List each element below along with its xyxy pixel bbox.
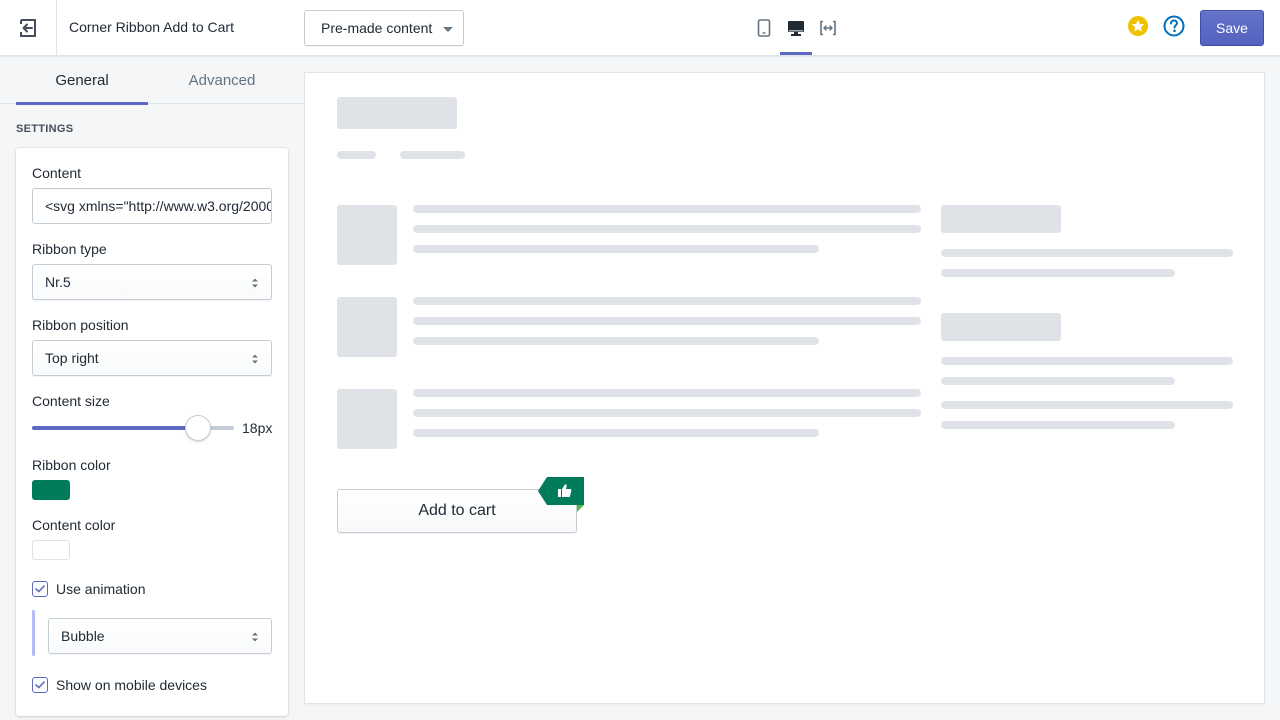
back-button[interactable]	[0, 0, 57, 55]
skeleton-line	[941, 401, 1233, 409]
content-color-swatch[interactable]	[32, 540, 70, 560]
select-arrows-icon	[252, 354, 258, 364]
settings-sidebar: General Advanced SETTINGS Content <svg x…	[0, 56, 304, 720]
show-mobile-checkbox[interactable]: Show on mobile devices	[32, 677, 207, 693]
premade-content-label: Pre-made content	[321, 20, 433, 36]
tab-general[interactable]: General	[16, 56, 148, 105]
review-button[interactable]	[1127, 15, 1149, 37]
checkbox-box[interactable]	[32, 677, 48, 693]
slider-fill	[32, 426, 198, 430]
skeleton-thumbnail	[337, 205, 397, 265]
skeleton-line	[941, 357, 1233, 365]
corner-ribbon[interactable]	[538, 477, 584, 513]
fullwidth-icon	[820, 20, 836, 36]
use-animation-checkbox[interactable]: Use animation	[32, 581, 146, 597]
app-title: Corner Ribbon Add to Cart	[69, 19, 234, 35]
content-label: Content	[32, 165, 82, 181]
skeleton-title	[337, 97, 457, 129]
skeleton-breadcrumb	[337, 151, 376, 159]
content-color-label: Content color	[32, 517, 116, 533]
ribbon-position-label: Ribbon position	[32, 317, 129, 333]
select-arrows-icon	[252, 632, 258, 642]
desktop-icon	[788, 21, 804, 36]
checkmark-icon	[35, 585, 45, 593]
skeleton-breadcrumb	[400, 151, 465, 159]
skeleton-heading	[941, 205, 1061, 233]
skeleton-line	[413, 389, 921, 397]
premade-content-dropdown[interactable]: Pre-made content	[304, 10, 464, 46]
use-animation-label: Use animation	[56, 581, 146, 597]
ribbon-type-value: Nr.5	[45, 274, 71, 290]
ribbon-position-select[interactable]: Top right	[32, 340, 272, 376]
skeleton-line	[413, 225, 921, 233]
skeleton-line	[413, 317, 921, 325]
help-icon	[1163, 15, 1185, 37]
ribbon-fold	[577, 505, 584, 512]
mobile-icon	[757, 19, 771, 37]
top-bar: Corner Ribbon Add to Cart Pre-made conte…	[0, 0, 1280, 56]
skeleton-line	[413, 205, 921, 213]
nested-option-indicator	[32, 610, 35, 656]
ribbon-color-label: Ribbon color	[32, 457, 111, 473]
skeleton-line	[941, 377, 1175, 385]
skeleton-line	[413, 409, 921, 417]
content-size-slider[interactable]	[32, 414, 236, 442]
slider-thumb[interactable]	[184, 415, 211, 441]
settings-card: Content <svg xmlns="http://www.w3.org/20…	[16, 148, 288, 716]
checkmark-icon	[35, 681, 45, 689]
animation-type-value: Bubble	[61, 628, 105, 644]
sidebar-tabs: General Advanced	[0, 56, 304, 105]
skeleton-line	[941, 421, 1175, 429]
exit-arrow-icon	[20, 18, 36, 37]
skeleton-line	[413, 245, 819, 253]
device-fullwidth-button[interactable]	[812, 14, 844, 42]
save-button[interactable]: Save	[1200, 10, 1264, 46]
active-device-indicator	[780, 52, 812, 55]
help-button[interactable]	[1163, 15, 1185, 37]
content-size-label: Content size	[32, 393, 110, 409]
skeleton-line	[413, 429, 819, 437]
ribbon-color-swatch[interactable]	[32, 480, 70, 500]
skeleton-line	[941, 269, 1175, 277]
show-mobile-label: Show on mobile devices	[56, 677, 207, 693]
animation-type-select[interactable]: Bubble	[48, 618, 272, 654]
skeleton-thumbnail	[337, 297, 397, 357]
tab-advanced[interactable]: Advanced	[148, 56, 296, 104]
content-size-value: 18px	[242, 420, 273, 436]
skeleton-line	[413, 337, 819, 345]
content-input[interactable]: <svg xmlns="http://www.w3.org/2000/svg"	[32, 188, 272, 224]
section-label: SETTINGS	[16, 123, 74, 135]
select-arrows-icon	[252, 278, 258, 288]
ribbon-position-value: Top right	[45, 350, 99, 366]
checkbox-box[interactable]	[32, 581, 48, 597]
ribbon-type-select[interactable]: Nr.5	[32, 264, 272, 300]
skeleton-thumbnail	[337, 389, 397, 449]
device-desktop-button[interactable]	[780, 14, 812, 42]
skeleton-heading	[941, 313, 1061, 341]
skeleton-line	[413, 297, 921, 305]
preview-canvas: Add to cart	[304, 72, 1265, 704]
ribbon-type-label: Ribbon type	[32, 241, 107, 257]
caret-down-icon	[443, 27, 453, 32]
star-icon	[1128, 16, 1148, 36]
skeleton-line	[941, 249, 1233, 257]
device-mobile-button[interactable]	[748, 14, 780, 42]
